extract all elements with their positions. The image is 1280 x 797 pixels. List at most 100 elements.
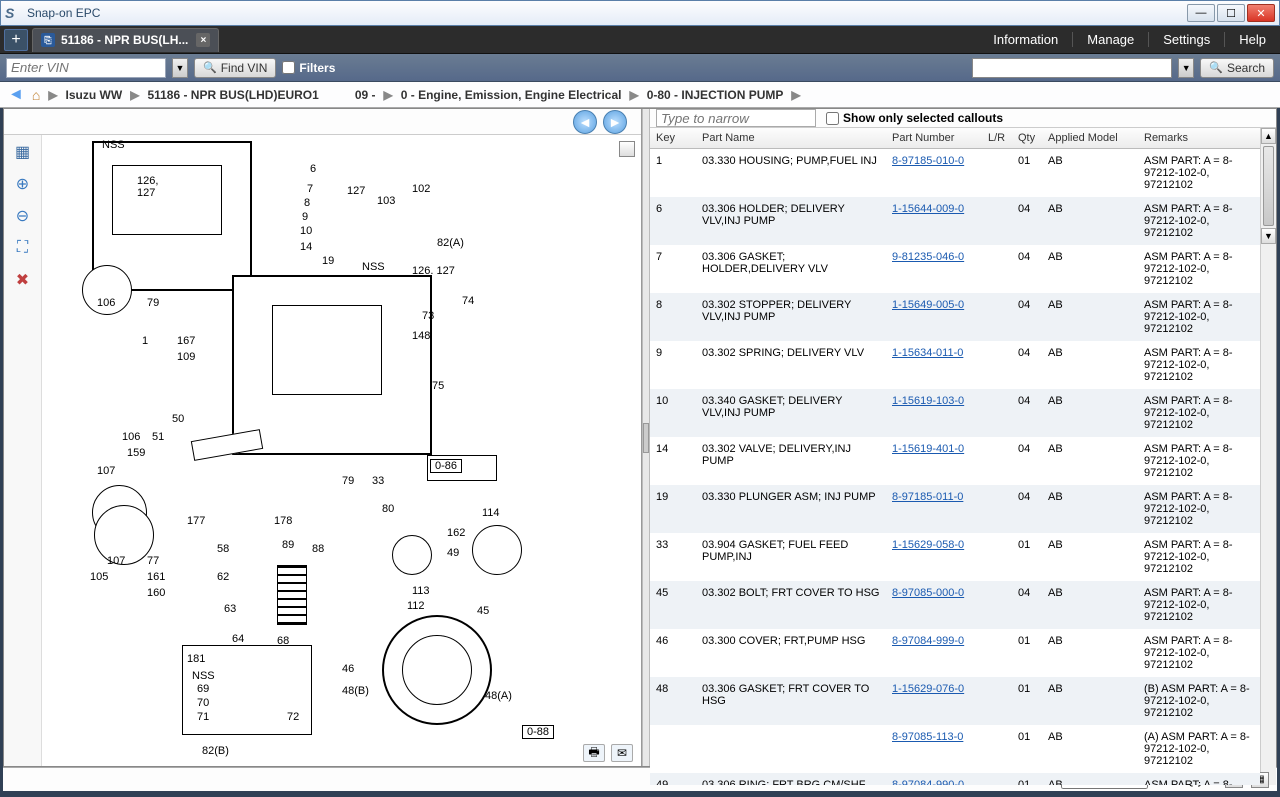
part-number-link[interactable]: 8-97085-000-0	[892, 587, 964, 599]
menu-manage[interactable]: Manage	[1072, 32, 1148, 47]
search-input[interactable]	[972, 58, 1172, 78]
callout-102[interactable]: 102	[412, 183, 430, 195]
callout-162[interactable]: 162	[447, 527, 465, 539]
maximize-button[interactable]: ☐	[1217, 4, 1245, 22]
show-selected-checkbox[interactable]	[826, 112, 839, 125]
callout-113[interactable]: 113	[412, 585, 430, 597]
clear-icon[interactable]: ✖	[12, 269, 34, 291]
splitter[interactable]	[642, 109, 650, 766]
diagram-next-button[interactable]: ►	[603, 110, 627, 134]
menu-settings[interactable]: Settings	[1148, 32, 1224, 47]
crumb-group[interactable]: 09 -	[355, 88, 376, 102]
callout-82a[interactable]: 82(A)	[437, 237, 464, 249]
callout-82b[interactable]: 82(B)	[202, 745, 229, 757]
part-number-link[interactable]: 9-81235-046-0	[892, 251, 964, 263]
callout-75[interactable]: 75	[432, 380, 444, 392]
callout-126-127b[interactable]: 126,127	[137, 175, 158, 199]
part-number-link[interactable]: 8-97185-010-0	[892, 155, 964, 167]
callout-148[interactable]: 148	[412, 330, 430, 342]
callout-103[interactable]: 103	[377, 195, 395, 207]
callout-10[interactable]: 10	[300, 225, 312, 237]
callout-69[interactable]: 69	[197, 683, 209, 695]
menu-help[interactable]: Help	[1224, 32, 1280, 47]
table-row[interactable]: 603.306 HOLDER; DELIVERY VLV,INJ PUMP1-1…	[650, 197, 1260, 245]
table-row[interactable]: 103.330 HOUSING; PUMP,FUEL INJ8-97185-01…	[650, 149, 1260, 198]
callout-7[interactable]: 7	[307, 183, 313, 195]
diagram-expand-button[interactable]	[619, 141, 635, 157]
callout-80[interactable]: 80	[382, 503, 394, 515]
callout-14[interactable]: 14	[300, 241, 312, 253]
diagram-ref-086[interactable]: 0-86	[430, 459, 462, 473]
minimize-button[interactable]: —	[1187, 4, 1215, 22]
callout-48a[interactable]: 48(A)	[485, 690, 512, 702]
callout-181[interactable]: 181	[187, 653, 205, 665]
col-key[interactable]: Key	[650, 128, 696, 149]
callout-177[interactable]: 177	[187, 515, 205, 527]
col-remarks[interactable]: Remarks	[1138, 128, 1260, 149]
callout-160[interactable]: 160	[147, 587, 165, 599]
callout-107[interactable]: 107	[97, 465, 115, 477]
scroll-thumb[interactable]	[1263, 146, 1274, 226]
callout-112[interactable]: 112	[407, 600, 425, 612]
callout-106[interactable]: 106	[97, 297, 115, 309]
vin-input[interactable]	[6, 58, 166, 78]
part-number-link[interactable]: 8-97085-113-0	[892, 731, 963, 743]
callout-127[interactable]: 127	[347, 185, 365, 197]
email-icon[interactable]: ✉	[611, 744, 633, 762]
callout-89[interactable]: 89	[282, 539, 294, 551]
callout-114[interactable]: 114	[482, 507, 500, 519]
callout-88[interactable]: 88	[312, 543, 324, 555]
search-dropdown-button[interactable]: ▼	[1178, 58, 1194, 78]
crumb-vehicle[interactable]: 51186 - NPR BUS(LHD)EURO1	[147, 88, 318, 102]
find-vin-button[interactable]: 🔍Find VIN	[194, 58, 276, 78]
tab-close-button[interactable]: ×	[196, 33, 210, 47]
callout-73[interactable]: 73	[422, 310, 434, 322]
table-row[interactable]: 4903.306 RING; FRT BRG,CM/SHF8-97084-990…	[650, 773, 1260, 785]
table-row[interactable]: 1403.302 VALVE; DELIVERY,INJ PUMP1-15619…	[650, 437, 1260, 485]
table-row[interactable]: 8-97085-113-001AB(A) ASM PART: A = 8-972…	[650, 725, 1260, 773]
scroll-up-button[interactable]: ▲	[1261, 128, 1276, 144]
callout-50[interactable]: 50	[172, 413, 184, 425]
zoom-out-icon[interactable]: ⊖	[12, 205, 34, 227]
table-row[interactable]: 1903.330 PLUNGER ASM; INJ PUMP8-97185-01…	[650, 485, 1260, 533]
diagram-ref-088[interactable]: 0-88	[522, 725, 554, 739]
callout-58[interactable]: 58	[217, 543, 229, 555]
callout-72[interactable]: 72	[287, 711, 299, 723]
crumb-system[interactable]: 0 - Engine, Emission, Engine Electrical	[401, 88, 622, 102]
callout-106b[interactable]: 106	[122, 431, 140, 443]
callout-64[interactable]: 64	[232, 633, 244, 645]
callout-161[interactable]: 161	[147, 571, 165, 583]
part-number-link[interactable]: 8-97084-990-0	[892, 779, 964, 785]
table-row[interactable]: 703.306 GASKET; HOLDER,DELIVERY VLV9-812…	[650, 245, 1260, 293]
table-row[interactable]: 1003.340 GASKET; DELIVERY VLV,INJ PUMP1-…	[650, 389, 1260, 437]
callout-62[interactable]: 62	[217, 571, 229, 583]
table-row[interactable]: 903.302 SPRING; DELIVERY VLV1-15634-011-…	[650, 341, 1260, 389]
part-number-link[interactable]: 1-15644-009-0	[892, 203, 964, 215]
part-number-link[interactable]: 1-15629-058-0	[892, 539, 964, 551]
part-number-link[interactable]: 1-15634-011-0	[892, 347, 963, 359]
callout-68[interactable]: 68	[277, 635, 289, 647]
vin-dropdown-button[interactable]: ▼	[172, 58, 188, 78]
callout-63[interactable]: 63	[224, 603, 236, 615]
callout-126-127[interactable]: 126. 127	[412, 265, 455, 277]
callout-159[interactable]: 159	[127, 447, 145, 459]
zoom-in-icon[interactable]: ⊕	[12, 173, 34, 195]
filters-toggle[interactable]: Filters	[282, 61, 335, 75]
vertical-scrollbar[interactable]: ▲ ▼	[1260, 128, 1276, 785]
scroll-down-button[interactable]: ▼	[1261, 228, 1276, 244]
table-row[interactable]: 3303.904 GASKET; FUEL FEED PUMP,INJ1-156…	[650, 533, 1260, 581]
part-number-link[interactable]: 1-15619-103-0	[892, 395, 964, 407]
table-row[interactable]: 4503.302 BOLT; FRT COVER TO HSG8-97085-0…	[650, 581, 1260, 629]
filters-checkbox[interactable]	[282, 61, 295, 74]
print-icon[interactable]: 🖶	[583, 744, 605, 762]
callout-71[interactable]: 71	[197, 711, 209, 723]
col-number[interactable]: Part Number	[886, 128, 982, 149]
part-number-link[interactable]: 8-97084-999-0	[892, 635, 964, 647]
menu-information[interactable]: Information	[979, 32, 1072, 47]
exploded-diagram[interactable]: NSS 6 7 8 9 10 14 19 127 103 102 82(A) N…	[42, 135, 641, 766]
callout-167[interactable]: 167	[177, 335, 195, 347]
vehicle-tab[interactable]: ⎘ 51186 - NPR BUS(LH... ×	[32, 28, 219, 52]
col-qty[interactable]: Qty	[1012, 128, 1042, 149]
callout-49[interactable]: 49	[447, 547, 459, 559]
callout-70[interactable]: 70	[197, 697, 209, 709]
